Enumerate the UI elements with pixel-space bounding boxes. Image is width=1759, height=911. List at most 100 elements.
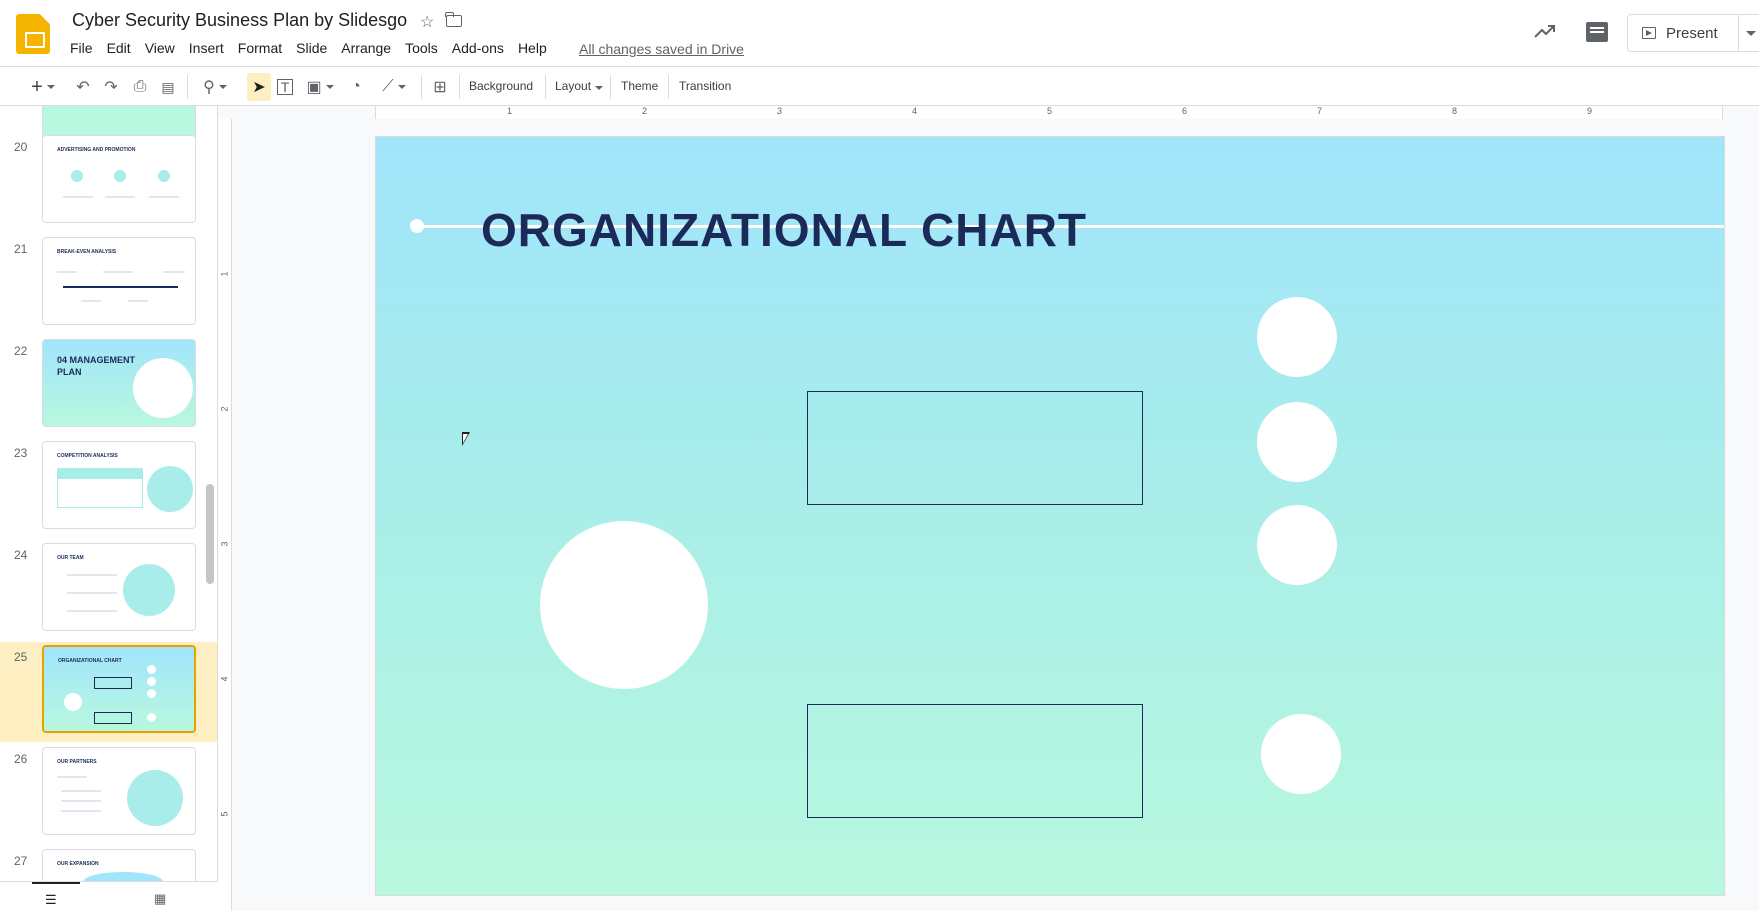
- menu-format[interactable]: Format: [231, 40, 289, 56]
- menu-addons[interactable]: Add-ons: [445, 40, 511, 56]
- filmstrip-slide-23[interactable]: 23 COMPETITION ANALYSIS: [0, 438, 217, 538]
- slide-number: 26: [14, 752, 28, 766]
- menu-arrange[interactable]: Arrange: [334, 40, 398, 56]
- slide-thumbnail[interactable]: 04 MANAGEMENT PLAN: [42, 339, 196, 427]
- chevron-down-icon: [46, 85, 55, 89]
- org-circle-1[interactable]: [1257, 297, 1337, 377]
- filmstrip-slide-24[interactable]: 24 OUR TEAM: [0, 540, 217, 640]
- line-icon[interactable]: ⟋: [376, 77, 412, 97]
- paint-format-icon[interactable]: ▤: [158, 77, 178, 97]
- text-box-icon[interactable]: T: [277, 79, 293, 95]
- thumbnail-table: [57, 468, 143, 508]
- save-status-link[interactable]: All changes saved in Drive: [579, 41, 744, 57]
- toolbar-divider: [668, 75, 669, 99]
- slide-number: 25: [14, 650, 28, 664]
- filmstrip-scrollbar[interactable]: [206, 484, 214, 584]
- slide-thumbnail[interactable]: ORGANIZATIONAL CHART: [42, 645, 196, 733]
- thumbnail-icon: [114, 170, 126, 182]
- menu-help[interactable]: Help: [511, 40, 554, 56]
- toolbar-divider: [610, 75, 611, 99]
- transition-button[interactable]: Transition: [679, 79, 731, 93]
- slide-thumbnail[interactable]: ADVERTISING AND PROMOTION: [42, 135, 196, 223]
- slide-number: 22: [14, 344, 28, 358]
- present-button[interactable]: Present: [1627, 14, 1759, 52]
- filmstrip-slide-25[interactable]: 25 ORGANIZATIONAL CHART: [0, 642, 217, 742]
- menu-edit[interactable]: Edit: [100, 40, 138, 56]
- thumbnail-text: [81, 300, 101, 302]
- undo-icon[interactable]: ↶: [73, 77, 93, 97]
- menu-insert[interactable]: Insert: [182, 40, 231, 56]
- org-box-bottom[interactable]: [807, 704, 1143, 818]
- redo-icon[interactable]: ↷: [101, 77, 121, 97]
- insert-comment-icon[interactable]: ⊞: [430, 77, 450, 97]
- grid-view-icon[interactable]: ▦: [154, 891, 166, 907]
- document-title[interactable]: Cyber Security Business Plan by Slidesgo: [72, 10, 407, 31]
- image-icon[interactable]: ▣: [305, 77, 335, 97]
- comment-history-icon[interactable]: [1586, 22, 1608, 42]
- layout-button[interactable]: Layout: [555, 79, 604, 93]
- background-button[interactable]: Background: [469, 79, 533, 93]
- horizontal-ruler[interactable]: 1 2 3 4 5 6 7 8 9: [218, 106, 1759, 119]
- thumbnail-icon: [71, 170, 83, 182]
- chevron-down-icon: [397, 85, 406, 89]
- thumbnail-title: 04 MANAGEMENT PLAN: [57, 355, 136, 377]
- ruler-mark: 7: [1317, 106, 1323, 116]
- menu-tools[interactable]: Tools: [398, 40, 445, 56]
- slide-number: 20: [14, 140, 28, 154]
- org-circle-3[interactable]: [1257, 505, 1337, 585]
- activity-dashboard-icon[interactable]: [1533, 22, 1557, 40]
- org-circle-4[interactable]: [1261, 714, 1341, 794]
- slide-number: 23: [14, 446, 28, 460]
- ruler-mark: 5: [1047, 106, 1053, 116]
- slide-number: 21: [14, 242, 28, 256]
- slide-filmstrip[interactable]: 20 ADVERTISING AND PROMOTION 21 BREAK-EV…: [0, 106, 218, 911]
- thumbnail-illustration: [127, 770, 183, 826]
- menu-slide[interactable]: Slide: [289, 40, 334, 56]
- theme-button[interactable]: Theme: [621, 79, 658, 93]
- star-icon[interactable]: ☆: [420, 12, 434, 32]
- org-circle-large[interactable]: [540, 521, 708, 689]
- zoom-button[interactable]: ⚲: [197, 77, 233, 97]
- thumbnail-text: [61, 800, 101, 802]
- slide-thumbnail[interactable]: OUR PARTNERS: [42, 747, 196, 835]
- thumbnail-text: [163, 271, 185, 273]
- title-decor-dot[interactable]: [410, 219, 424, 233]
- thumbnail-icon: [158, 170, 170, 182]
- slide-thumbnail[interactable]: COMPETITION ANALYSIS: [42, 441, 196, 529]
- slide-canvas[interactable]: ORGANIZATIONAL CHART: [375, 136, 1725, 896]
- menu-file[interactable]: File: [63, 40, 100, 56]
- thumbnail-box: [94, 712, 132, 724]
- slide-number: 24: [14, 548, 28, 562]
- present-dropdown-button[interactable]: [1738, 15, 1759, 51]
- new-slide-button[interactable]: +: [26, 76, 60, 98]
- org-circle-2[interactable]: [1257, 402, 1337, 482]
- menu-view[interactable]: View: [138, 40, 182, 56]
- thumbnail-title: OUR TEAM: [57, 555, 84, 561]
- filmstrip-view-underline: [32, 882, 80, 884]
- filmstrip-slide-20[interactable]: 20 ADVERTISING AND PROMOTION: [0, 132, 217, 232]
- filmstrip-slide-21[interactable]: 21 BREAK-EVEN ANALYSIS: [0, 234, 217, 334]
- ruler-mark: 4: [912, 106, 918, 116]
- ruler-mark: 2: [642, 106, 648, 116]
- filmstrip-view-icon[interactable]: ☰: [45, 892, 57, 908]
- filmstrip-slide-26[interactable]: 26 OUR PARTNERS: [0, 744, 217, 844]
- print-icon[interactable]: ⎙: [130, 77, 150, 97]
- slide-thumbnail[interactable]: BREAK-EVEN ANALYSIS: [42, 237, 196, 325]
- thumbnail-title: BREAK-EVEN ANALYSIS: [57, 249, 117, 255]
- thumbnail-title: OUR EXPANSION: [57, 861, 99, 867]
- slide-thumbnail[interactable]: OUR TEAM: [42, 543, 196, 631]
- thumbnail-illustration: [147, 466, 193, 512]
- filmstrip-slide-22[interactable]: 22 04 MANAGEMENT PLAN: [0, 336, 217, 436]
- thumbnail-circle: [147, 665, 156, 674]
- select-cursor-icon[interactable]: ➤: [249, 77, 269, 97]
- slides-logo-icon[interactable]: [16, 14, 50, 54]
- vertical-ruler[interactable]: 1 2 3 4 5: [218, 119, 232, 911]
- shape-icon[interactable]: ◔: [346, 77, 366, 97]
- org-box-top[interactable]: [807, 391, 1143, 505]
- thumbnail-timeline: [63, 286, 178, 288]
- move-to-folder-icon[interactable]: [445, 12, 462, 27]
- thumbnail-text: [67, 592, 117, 594]
- thumbnail-circle: [147, 713, 156, 722]
- slide-title[interactable]: ORGANIZATIONAL CHART: [481, 203, 1087, 257]
- thumbnail-box: [94, 677, 132, 689]
